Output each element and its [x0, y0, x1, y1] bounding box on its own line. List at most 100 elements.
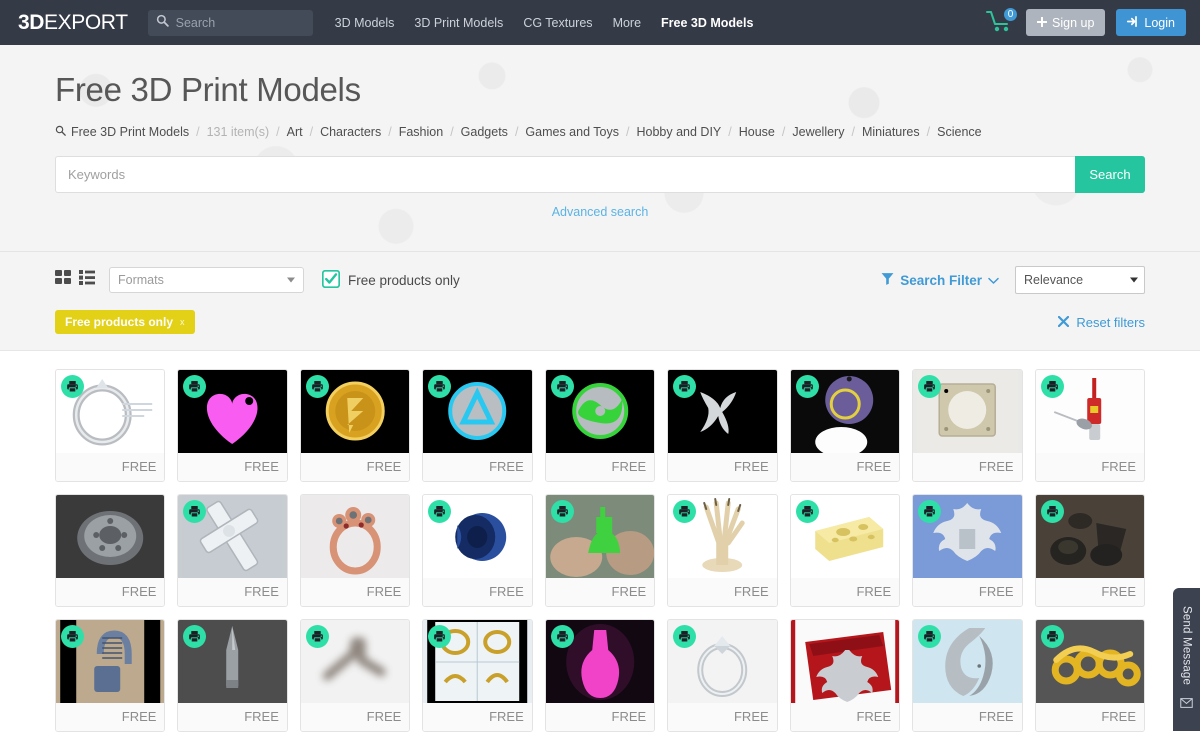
product-thumbnail[interactable]	[300, 370, 410, 453]
product-price-label: FREE	[178, 453, 287, 481]
breadcrumb-item-house[interactable]: House	[739, 125, 775, 139]
product-card[interactable]: FREE	[299, 494, 411, 607]
product-thumbnail[interactable]	[1035, 620, 1144, 703]
product-card[interactable]: FREE	[912, 494, 1023, 607]
breadcrumb-item-fashion[interactable]: Fashion	[399, 125, 443, 139]
breadcrumb-item-science[interactable]: Science	[937, 125, 981, 139]
free-products-only-checkbox[interactable]: Free products only	[321, 269, 460, 291]
product-card[interactable]: FREE	[544, 619, 656, 732]
product-thumbnail[interactable]	[913, 370, 1022, 453]
breadcrumb-item-miniatures[interactable]: Miniatures	[862, 125, 920, 139]
product-thumbnail[interactable]	[56, 370, 165, 453]
breadcrumb-item-games-and-toys[interactable]: Games and Toys	[525, 125, 619, 139]
search-submit-button[interactable]: Search	[1075, 156, 1145, 193]
breadcrumb-item-gadgets[interactable]: Gadgets	[461, 125, 508, 139]
formats-dropdown-label: Formats	[118, 273, 164, 287]
product-card[interactable]: FREE	[1034, 619, 1145, 732]
product-card[interactable]: FREE	[667, 369, 778, 482]
product-thumbnail[interactable]	[545, 370, 655, 453]
product-thumbnail[interactable]	[668, 370, 777, 453]
advanced-search-link[interactable]: Advanced search	[552, 205, 649, 219]
nav-item-cg-textures[interactable]: CG Textures	[523, 16, 592, 30]
product-card[interactable]: FREE	[1034, 494, 1145, 607]
breadcrumb-item-free-3d-print-models[interactable]: Free 3D Print Models	[71, 125, 189, 139]
breadcrumb-item-hobby-and-diy[interactable]: Hobby and DIY	[636, 125, 721, 139]
product-thumbnail[interactable]	[56, 495, 165, 578]
product-card[interactable]: FREE	[912, 369, 1023, 482]
nav-item-free-3d-models[interactable]: Free 3D Models	[661, 16, 753, 30]
product-card[interactable]: FREE	[55, 494, 166, 607]
product-thumbnail[interactable]	[790, 370, 900, 453]
product-card[interactable]: FREE	[55, 369, 166, 482]
product-card[interactable]: FREE	[55, 619, 166, 732]
product-thumbnail[interactable]	[790, 495, 900, 578]
product-thumbnail[interactable]	[790, 620, 900, 703]
product-card[interactable]: FREE	[177, 369, 288, 482]
product-thumbnail[interactable]	[913, 495, 1022, 578]
product-thumbnail[interactable]	[668, 620, 777, 703]
sort-select[interactable]: Relevance	[1015, 266, 1145, 294]
product-card[interactable]: FREE	[789, 369, 901, 482]
product-card[interactable]: FREE	[544, 369, 656, 482]
product-card[interactable]: FREE	[422, 494, 533, 607]
login-arrow-icon	[1127, 15, 1139, 30]
product-thumbnail[interactable]	[668, 495, 777, 578]
active-filter-chip-free-products-only[interactable]: Free products only x	[55, 310, 195, 334]
keywords-input[interactable]	[55, 156, 1075, 193]
filter-toolbar: Formats Free products only Search Filter	[0, 252, 1200, 351]
product-card[interactable]: FREE	[422, 369, 533, 482]
product-card[interactable]: FREE	[299, 369, 411, 482]
login-button[interactable]: Login	[1116, 9, 1186, 36]
product-card[interactable]: FREE	[667, 619, 778, 732]
3d-printer-icon	[550, 500, 574, 523]
product-thumbnail[interactable]	[300, 620, 410, 703]
sign-up-button[interactable]: Sign up	[1026, 9, 1106, 36]
breadcrumb-item-jewellery[interactable]: Jewellery	[792, 125, 844, 139]
product-thumbnail[interactable]	[1035, 495, 1144, 578]
product-card[interactable]: FREE	[422, 619, 533, 732]
advanced-search-row: Advanced search	[55, 203, 1145, 221]
nav-item-more[interactable]: More	[613, 16, 641, 30]
product-grid: FREE FREE FREE FREE FREE FREE FREE FREE FREE FREE…	[55, 369, 1145, 732]
product-card[interactable]: FREE	[1034, 369, 1145, 482]
search-filter-toggle[interactable]: Search Filter	[881, 272, 999, 288]
site-logo[interactable]: 3DEXPORT	[18, 11, 128, 35]
3d-printer-icon	[918, 500, 942, 523]
product-thumbnail[interactable]	[1035, 370, 1144, 453]
chevron-down-icon	[988, 273, 999, 288]
product-card[interactable]: FREE	[299, 619, 411, 732]
shopping-cart-button[interactable]: 0	[985, 5, 1019, 38]
product-card[interactable]: FREE	[544, 494, 656, 607]
product-thumbnail[interactable]	[423, 495, 532, 578]
send-message-tab[interactable]: Send Message	[1173, 588, 1200, 731]
list-view-icon[interactable]	[79, 270, 95, 290]
product-thumbnail[interactable]	[56, 620, 165, 703]
nav-item-3d-print-models[interactable]: 3D Print Models	[414, 16, 503, 30]
reset-filters-button[interactable]: Reset filters	[1058, 315, 1145, 330]
sign-up-label: Sign up	[1052, 15, 1095, 30]
product-price-label: FREE	[423, 453, 532, 481]
grid-view-icon[interactable]	[55, 270, 71, 290]
product-thumbnail[interactable]	[178, 370, 287, 453]
product-thumbnail[interactable]	[545, 620, 655, 703]
product-thumbnail[interactable]	[913, 620, 1022, 703]
nav-item-3d-models[interactable]: 3D Models	[335, 16, 395, 30]
close-icon[interactable]: x	[180, 317, 185, 327]
formats-dropdown[interactable]: Formats	[109, 267, 304, 293]
product-thumbnail[interactable]	[545, 495, 655, 578]
product-card[interactable]: FREE	[177, 619, 288, 732]
product-thumbnail[interactable]	[178, 495, 287, 578]
product-thumbnail[interactable]	[178, 620, 287, 703]
product-card[interactable]: FREE	[912, 619, 1023, 732]
breadcrumb-item-art[interactable]: Art	[287, 125, 303, 139]
product-card[interactable]: FREE	[667, 494, 778, 607]
product-thumbnail[interactable]	[300, 495, 410, 578]
breadcrumb-item-characters[interactable]: Characters	[320, 125, 381, 139]
product-thumbnail[interactable]	[423, 370, 532, 453]
product-thumbnail[interactable]	[423, 620, 532, 703]
3d-printer-icon	[305, 375, 329, 398]
product-card[interactable]: FREE	[789, 494, 901, 607]
global-search-box[interactable]: Search	[147, 9, 313, 36]
product-card[interactable]: FREE	[789, 619, 901, 732]
product-card[interactable]: FREE	[177, 494, 288, 607]
